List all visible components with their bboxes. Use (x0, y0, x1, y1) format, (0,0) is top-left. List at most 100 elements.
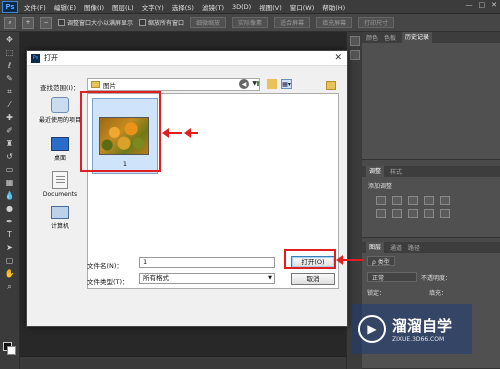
lock-label: 锁定： (367, 290, 386, 297)
folder-plus-icon[interactable] (326, 81, 336, 90)
path-select-tool-icon[interactable]: ➤ (3, 242, 17, 253)
minimize-icon[interactable]: — (466, 1, 473, 9)
blur-tool-icon[interactable]: 💧 (3, 190, 17, 201)
desktop-icon (51, 137, 69, 151)
window-controls: — □ ✕ (466, 1, 498, 9)
curves-icon[interactable] (408, 196, 418, 205)
brightness-icon[interactable] (376, 196, 386, 205)
history-brush-tool-icon[interactable]: ↺ (3, 151, 17, 162)
menu-select[interactable]: 选择(S) (172, 2, 194, 12)
zoom-in-icon[interactable]: + (22, 16, 34, 29)
menu-layer[interactable]: 图层(L) (112, 2, 134, 12)
watermark-title: 溜溜自学 (392, 317, 453, 335)
zoom-tool-icon[interactable]: ⌕ (3, 281, 17, 292)
menu-3d[interactable]: 3D(D) (232, 3, 251, 11)
back-icon[interactable]: ◀ (239, 79, 249, 89)
scrubby-zoom-button[interactable]: 细微缩放 (190, 17, 227, 28)
menu-type[interactable]: 文字(Y) (142, 2, 164, 12)
print-size-button[interactable]: 打印尺寸 (358, 17, 395, 28)
place-computer[interactable]: 计算机 (35, 206, 85, 230)
options-bar: ⌕ + − 调整窗口大小以满屏显示 缩放所有窗口 细微缩放 实际像素 适合屏幕 … (0, 14, 500, 32)
fill-label: 填充： (429, 290, 448, 297)
resize-windows-check[interactable]: 调整窗口大小以满屏显示 (58, 18, 133, 27)
zoom-icon[interactable]: ⌕ (4, 16, 16, 29)
place-documents[interactable]: Documents (35, 171, 85, 198)
hue-saturation-icon[interactable] (376, 209, 386, 218)
thumbnail-highlight-box (80, 91, 161, 172)
eyedropper-tool-icon[interactable]: ⁄ (3, 99, 17, 110)
up-folder-icon[interactable]: ⬆ (253, 79, 263, 89)
blend-mode-select[interactable]: 正常 (367, 272, 417, 282)
checkbox-icon[interactable] (58, 19, 65, 26)
move-tool-icon[interactable]: ✥ (3, 34, 17, 45)
vibrance-icon[interactable] (440, 196, 450, 205)
file-type-select[interactable]: 所有格式 ▼ (139, 273, 275, 284)
menu-window[interactable]: 窗口(W) (290, 2, 315, 12)
hand-tool-icon[interactable]: ✋ (3, 268, 17, 279)
menu-edit[interactable]: 编辑(E) (54, 2, 76, 12)
eraser-tool-icon[interactable]: ▭ (3, 164, 17, 175)
history-panel: 颜色 色板 历史记录 (362, 32, 500, 160)
look-in-value: 图片 (103, 81, 116, 90)
zoom-out-icon[interactable]: − (40, 16, 52, 29)
menu-file[interactable]: 文件(F) (24, 2, 46, 12)
open-dialog: Ps 打开 ✕ 查找范围(I)： 图片 ▼ ◀ ⬆ ▦▾ 最近使用的项目 桌面 … (26, 50, 348, 327)
shape-tool-icon[interactable]: ▢ (3, 255, 17, 266)
tab-history[interactable]: 历史记录 (402, 32, 433, 43)
healing-tool-icon[interactable]: ✚ (3, 112, 17, 123)
arrow-left-icon (184, 128, 198, 138)
menu-help[interactable]: 帮助(H) (322, 2, 345, 12)
quick-select-tool-icon[interactable]: ✎ (3, 73, 17, 84)
checkbox-icon[interactable] (139, 19, 147, 26)
menu-filter[interactable]: 滤镜(T) (202, 2, 224, 12)
gradient-tool-icon[interactable]: ▦ (3, 177, 17, 188)
photo-filter-icon[interactable] (424, 209, 434, 218)
place-recent[interactable]: 最近使用的项目 (35, 97, 85, 124)
zoom-all-windows-check[interactable]: 缩放所有窗口 (139, 18, 184, 27)
maximize-icon[interactable]: □ (479, 1, 486, 9)
cancel-button[interactable]: 取消 (291, 273, 335, 285)
dialog-title: 打开 (44, 54, 58, 62)
file-name-input[interactable]: 1 (139, 257, 275, 268)
tab-swatches[interactable]: 色板 (384, 33, 396, 42)
place-desktop[interactable]: 桌面 (35, 137, 85, 162)
history-panel-icon[interactable] (349, 36, 360, 46)
crop-tool-icon[interactable]: ⌗ (3, 86, 17, 97)
tab-channels[interactable]: 通道 (390, 243, 402, 252)
tab-layers[interactable]: 图层 (366, 242, 385, 253)
type-tool-icon[interactable]: T (3, 229, 17, 240)
arrow-left-icon (162, 128, 182, 138)
view-menu-icon[interactable]: ▦▾ (281, 79, 292, 89)
lock-row: 锁定： 填充： (362, 285, 500, 300)
layer-kind-select[interactable]: ρ 类型 (367, 256, 395, 266)
tab-adjustments[interactable]: 调整 (366, 166, 385, 177)
new-folder-icon[interactable] (267, 79, 277, 89)
adjustments-panel-tabs: 调整 样式 (362, 166, 500, 177)
menu-view[interactable]: 视图(V) (259, 2, 282, 12)
watermark-subtitle: ZIXUE.3D66.COM (392, 336, 445, 343)
stamp-tool-icon[interactable]: ♜ (3, 138, 17, 149)
levels-icon[interactable] (392, 196, 402, 205)
properties-panel-icon[interactable] (349, 50, 360, 60)
dodge-tool-icon[interactable]: ● (3, 203, 17, 214)
close-icon[interactable]: ✕ (491, 1, 497, 9)
color-balance-icon[interactable] (392, 209, 402, 218)
brush-tool-icon[interactable]: ✐ (3, 125, 17, 136)
exposure-icon[interactable] (424, 196, 434, 205)
black-white-icon[interactable] (408, 209, 418, 218)
menu-image[interactable]: 图像(I) (84, 2, 104, 12)
look-in-select[interactable]: 图片 ▼ (87, 78, 260, 91)
blend-row: 正常 不透明度： (362, 269, 500, 285)
lasso-tool-icon[interactable]: ℓ (3, 60, 17, 71)
fill-screen-button[interactable]: 填充屏幕 (316, 17, 353, 28)
marquee-tool-icon[interactable]: ⬚ (3, 47, 17, 58)
tab-paths[interactable]: 路径 (408, 243, 420, 252)
channel-mixer-icon[interactable] (440, 209, 450, 218)
close-icon[interactable]: ✕ (334, 53, 342, 63)
tab-color[interactable]: 颜色 (366, 33, 378, 42)
background-color-swatch[interactable] (7, 346, 16, 355)
fit-screen-button[interactable]: 适合屏幕 (274, 17, 311, 28)
actual-pixels-button[interactable]: 实际像素 (232, 17, 269, 28)
tab-styles[interactable]: 样式 (390, 167, 402, 176)
pen-tool-icon[interactable]: ✒ (3, 216, 17, 227)
